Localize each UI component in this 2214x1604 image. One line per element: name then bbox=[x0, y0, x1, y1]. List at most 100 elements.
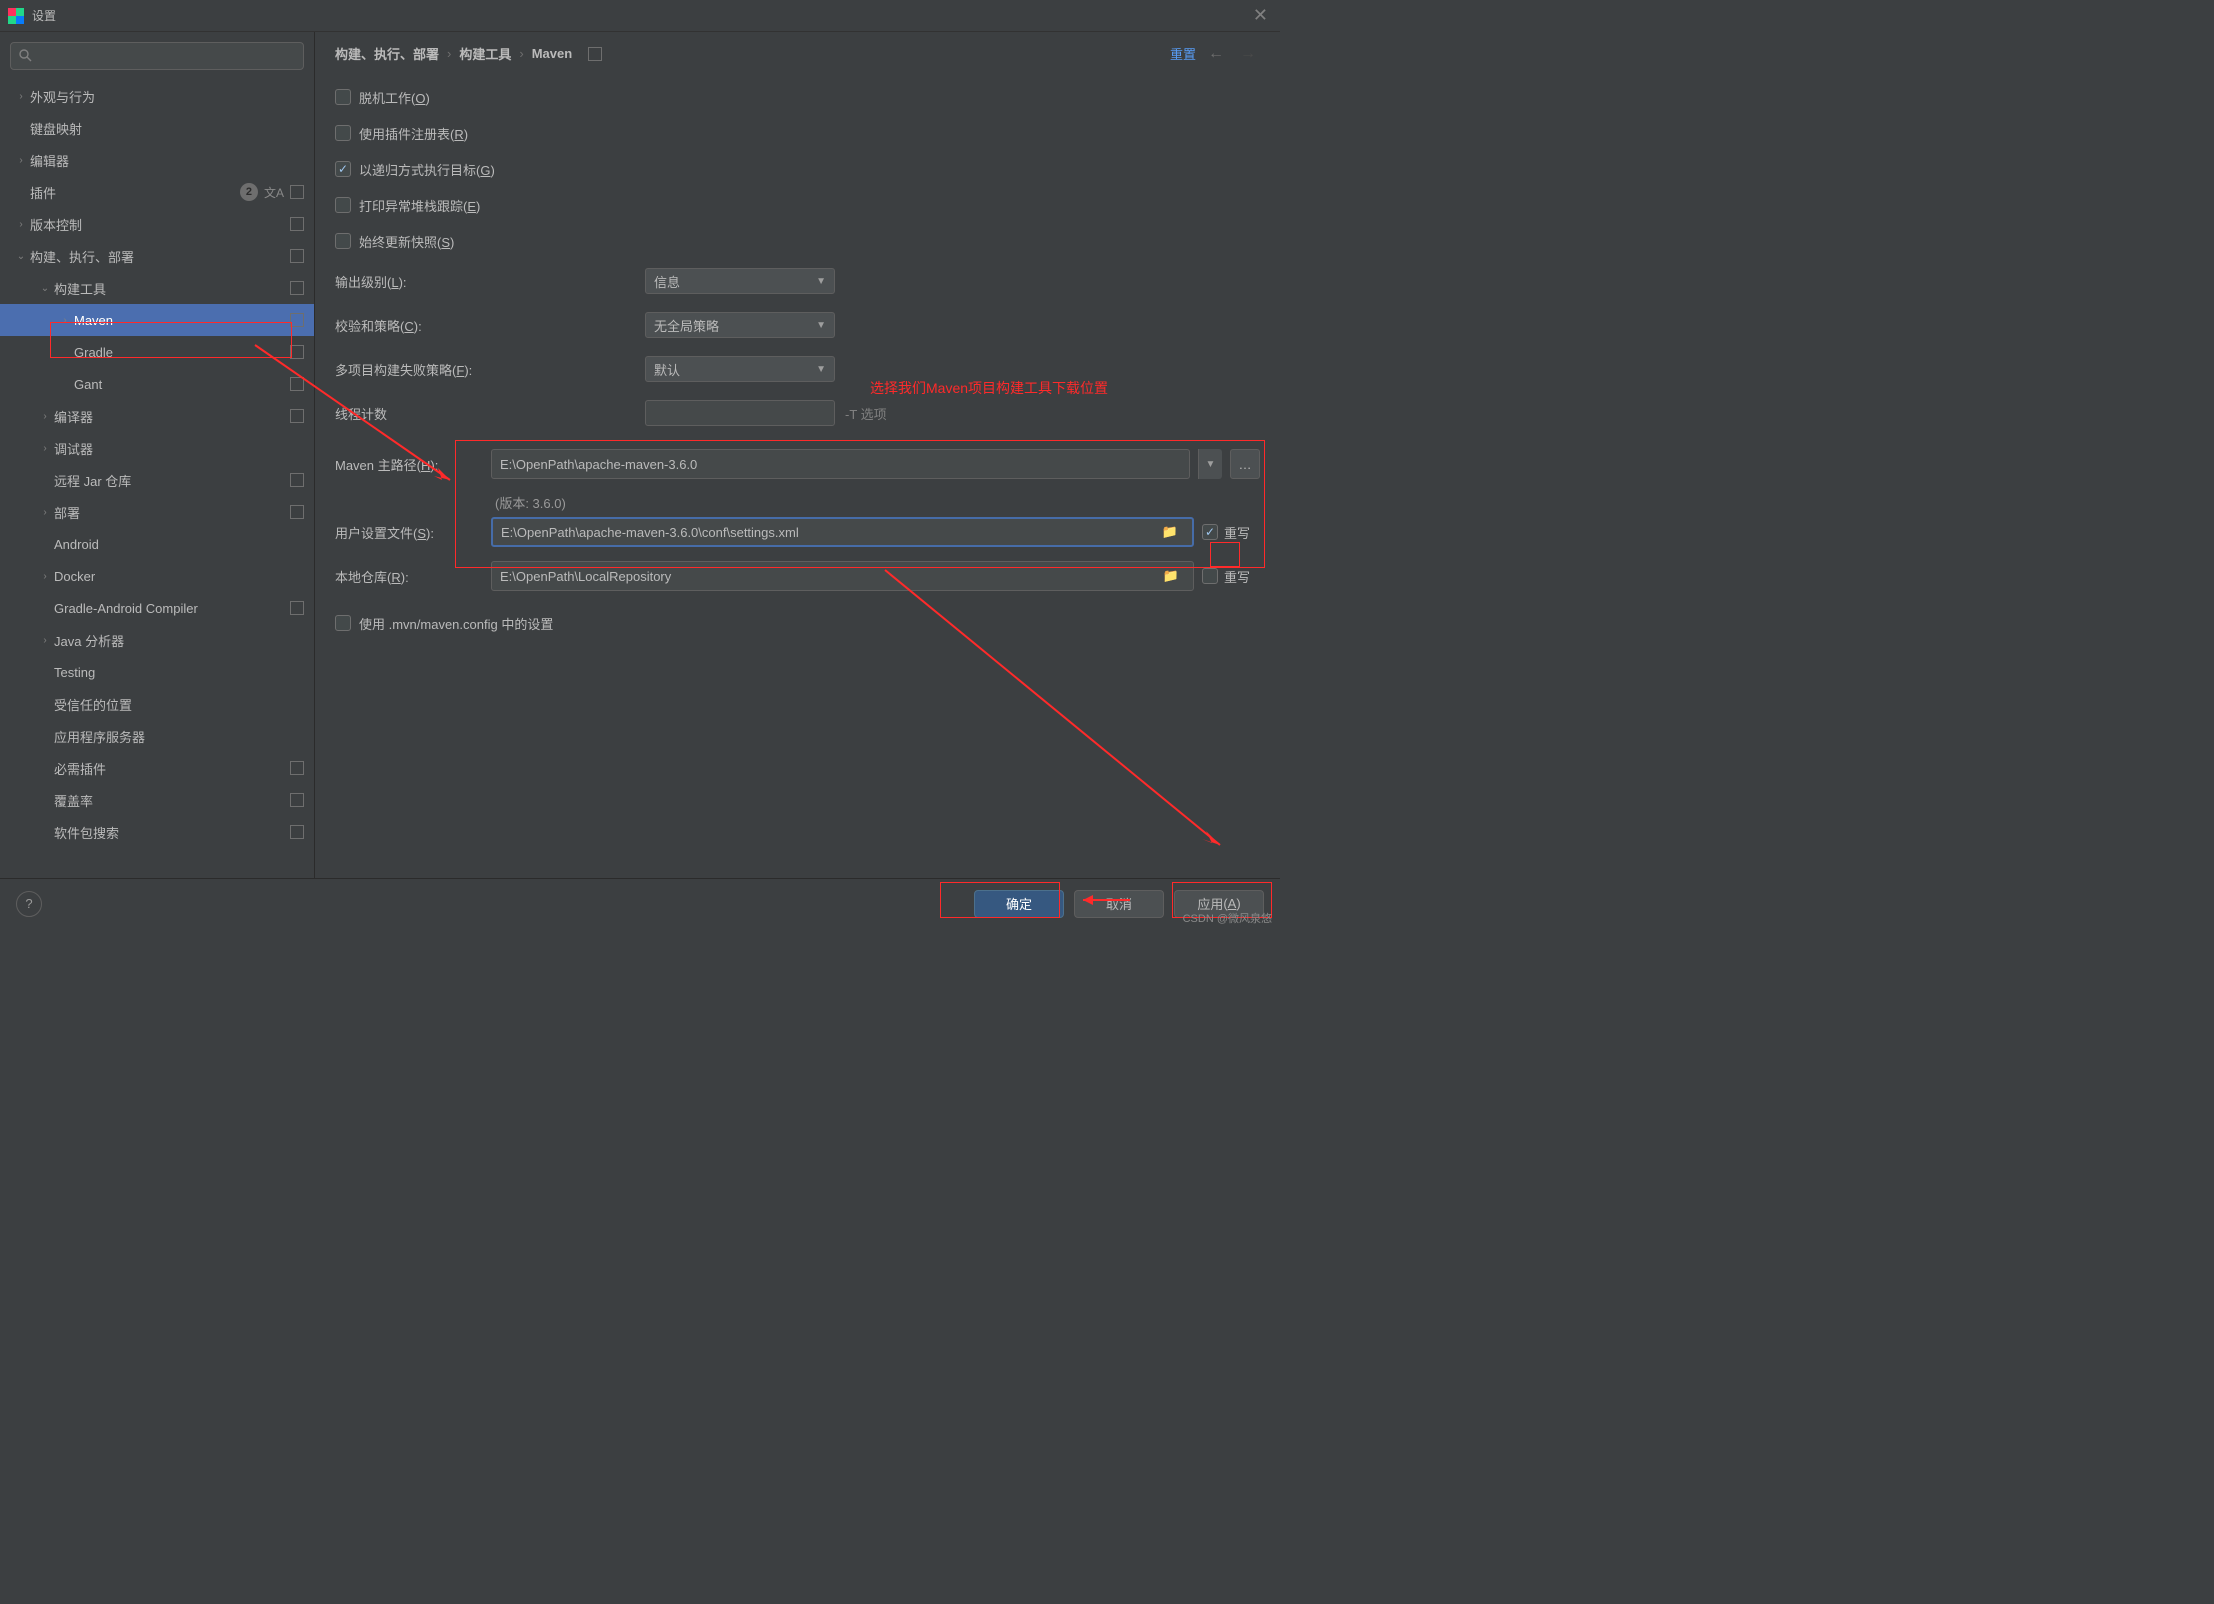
translate-icon: 文A bbox=[264, 184, 284, 201]
sidebar-item-buildtools[interactable]: ⌄构建工具 bbox=[0, 272, 314, 304]
sidebar-item-label: Gradle bbox=[74, 345, 290, 360]
repo-overwrite-checkbox[interactable] bbox=[1202, 568, 1218, 584]
sidebar-item-testing[interactable]: Testing bbox=[0, 656, 314, 688]
user-overwrite-checkbox[interactable] bbox=[1202, 524, 1218, 540]
recursive-label: 以递归方式执行目标(G) bbox=[359, 160, 495, 179]
registry-label: 使用插件注册表(R) bbox=[359, 124, 468, 143]
sidebar-item-label: Java 分析器 bbox=[54, 631, 304, 650]
home-path-input[interactable]: E:\OpenPath\apache-maven-3.6.0 bbox=[491, 449, 1190, 479]
project-indicator-icon bbox=[290, 505, 304, 519]
sidebar-item-label: 软件包搜索 bbox=[54, 823, 290, 842]
sidebar-item-pkgsearch[interactable]: 软件包搜索 bbox=[0, 816, 314, 848]
sidebar-item-trusted[interactable]: 受信任的位置 bbox=[0, 688, 314, 720]
project-indicator-icon bbox=[290, 601, 304, 615]
repo-overwrite-label: 重写 bbox=[1224, 567, 1250, 586]
sidebar-item-coverage[interactable]: 覆盖率 bbox=[0, 784, 314, 816]
sidebar-item-android[interactable]: Android bbox=[0, 528, 314, 560]
project-indicator-icon bbox=[290, 761, 304, 775]
breadcrumb-part[interactable]: 构建、执行、部署 bbox=[335, 44, 439, 63]
sidebar-item-label: Android bbox=[54, 537, 304, 552]
sidebar-item-gradleandroid[interactable]: Gradle-Android Compiler bbox=[0, 592, 314, 624]
sidebar-item-label: 编辑器 bbox=[30, 151, 304, 170]
project-indicator-icon bbox=[290, 185, 304, 199]
project-indicator-icon bbox=[290, 825, 304, 839]
home-dropdown-icon[interactable]: ▼ bbox=[1198, 449, 1222, 479]
version-text: (版本: 3.6.0) bbox=[495, 493, 566, 512]
sidebar-item-compiler[interactable]: ›编译器 bbox=[0, 400, 314, 432]
back-icon[interactable]: ← bbox=[1204, 45, 1228, 63]
home-browse-button[interactable]: … bbox=[1230, 449, 1260, 479]
sidebar-item-plugins[interactable]: 插件2 文A bbox=[0, 176, 314, 208]
repo-input[interactable]: E:\OpenPath\LocalRepository 📁 bbox=[491, 561, 1194, 591]
titlebar: 设置 ✕ bbox=[0, 0, 1280, 32]
sidebar-item-label: 构建工具 bbox=[54, 279, 290, 298]
folder-icon[interactable]: 📁 bbox=[1156, 524, 1184, 540]
sidebar-item-build[interactable]: ⌄构建、执行、部署 bbox=[0, 240, 314, 272]
registry-checkbox[interactable] bbox=[335, 125, 351, 141]
sidebar-item-docker[interactable]: ›Docker bbox=[0, 560, 314, 592]
sidebar-item-reqplugins[interactable]: 必需插件 bbox=[0, 752, 314, 784]
sidebar-item-keymap[interactable]: 键盘映射 bbox=[0, 112, 314, 144]
reset-link[interactable]: 重置 bbox=[1170, 44, 1196, 63]
sidebar-item-editor[interactable]: ›编辑器 bbox=[0, 144, 314, 176]
sidebar-item-gradle[interactable]: Gradle bbox=[0, 336, 314, 368]
sidebar-item-label: 编译器 bbox=[54, 407, 290, 426]
offline-label: 脱机工作(O) bbox=[359, 88, 430, 107]
sidebar-item-vcs[interactable]: ›版本控制 bbox=[0, 208, 314, 240]
sidebar-item-maven[interactable]: ›Maven bbox=[0, 304, 314, 336]
repo-label: 本地仓库(R): bbox=[335, 567, 483, 586]
recursive-checkbox[interactable] bbox=[335, 161, 351, 177]
folder-icon[interactable]: 📁 bbox=[1157, 568, 1185, 584]
search-input[interactable] bbox=[10, 42, 304, 70]
ok-button[interactable]: 确定 bbox=[974, 890, 1064, 918]
help-button[interactable]: ? bbox=[16, 891, 42, 917]
checksum-label: 校验和策略(C): bbox=[335, 316, 635, 335]
stacktrace-checkbox[interactable] bbox=[335, 197, 351, 213]
useconfig-checkbox[interactable] bbox=[335, 615, 351, 631]
sidebar-item-debugger[interactable]: ›调试器 bbox=[0, 432, 314, 464]
sidebar: ›外观与行为 键盘映射 ›编辑器 插件2 文A ›版本控制 ⌄构建、执行、部署 ⌄… bbox=[0, 32, 315, 878]
checksum-select[interactable]: 无全局策略▼ bbox=[645, 312, 835, 338]
sidebar-item-label: 覆盖率 bbox=[54, 791, 290, 810]
close-icon[interactable]: ✕ bbox=[1249, 5, 1272, 26]
badge-icon: 2 bbox=[240, 183, 258, 201]
sidebar-item-javaprofiler[interactable]: ›Java 分析器 bbox=[0, 624, 314, 656]
project-indicator-icon bbox=[290, 249, 304, 263]
user-settings-input[interactable]: E:\OpenPath\apache-maven-3.6.0\conf\sett… bbox=[491, 517, 1194, 547]
sidebar-item-label: 受信任的位置 bbox=[54, 695, 304, 714]
threads-input[interactable] bbox=[645, 400, 835, 426]
sidebar-item-remotejar[interactable]: 远程 Jar 仓库 bbox=[0, 464, 314, 496]
chevron-down-icon: ▼ bbox=[816, 364, 826, 375]
offline-checkbox[interactable] bbox=[335, 89, 351, 105]
sidebar-item-deploy[interactable]: ›部署 bbox=[0, 496, 314, 528]
breadcrumb-part[interactable]: 构建工具 bbox=[459, 44, 511, 63]
sidebar-item-label: 外观与行为 bbox=[30, 87, 304, 106]
sidebar-item-label: 构建、执行、部署 bbox=[30, 247, 290, 266]
sidebar-item-label: 远程 Jar 仓库 bbox=[54, 471, 290, 490]
useconfig-label: 使用 .mvn/maven.config 中的设置 bbox=[359, 614, 553, 633]
chevron-down-icon: ▼ bbox=[816, 276, 826, 287]
forward-icon: → bbox=[1236, 45, 1260, 63]
watermark: CSDN @微风泉悠 bbox=[1183, 910, 1272, 926]
sidebar-item-appserver[interactable]: 应用程序服务器 bbox=[0, 720, 314, 752]
output-level-select[interactable]: 信息▼ bbox=[645, 268, 835, 294]
chevron-down-icon: ▼ bbox=[816, 320, 826, 331]
sidebar-item-appearance[interactable]: ›外观与行为 bbox=[0, 80, 314, 112]
app-icon bbox=[8, 8, 24, 24]
user-settings-label: 用户设置文件(S): bbox=[335, 523, 483, 542]
cancel-button[interactable]: 取消 bbox=[1074, 890, 1164, 918]
project-indicator-icon bbox=[290, 409, 304, 423]
content-pane: 构建、执行、部署 › 构建工具 › Maven 重置 ← → 脱机工作(O) 使… bbox=[315, 32, 1280, 878]
snapshot-checkbox[interactable] bbox=[335, 233, 351, 249]
project-indicator-icon bbox=[290, 345, 304, 359]
threads-label: 线程计数 bbox=[335, 404, 635, 423]
project-indicator-icon bbox=[588, 47, 602, 61]
footer: ? 确定 取消 应用(A) bbox=[0, 878, 1280, 928]
project-indicator-icon bbox=[290, 217, 304, 231]
sidebar-item-gant[interactable]: Gant bbox=[0, 368, 314, 400]
project-indicator-icon bbox=[290, 377, 304, 391]
sidebar-item-label: 插件 bbox=[30, 183, 240, 202]
breadcrumb-part[interactable]: Maven bbox=[532, 46, 572, 61]
multi-select[interactable]: 默认▼ bbox=[645, 356, 835, 382]
sidebar-item-label: 版本控制 bbox=[30, 215, 290, 234]
